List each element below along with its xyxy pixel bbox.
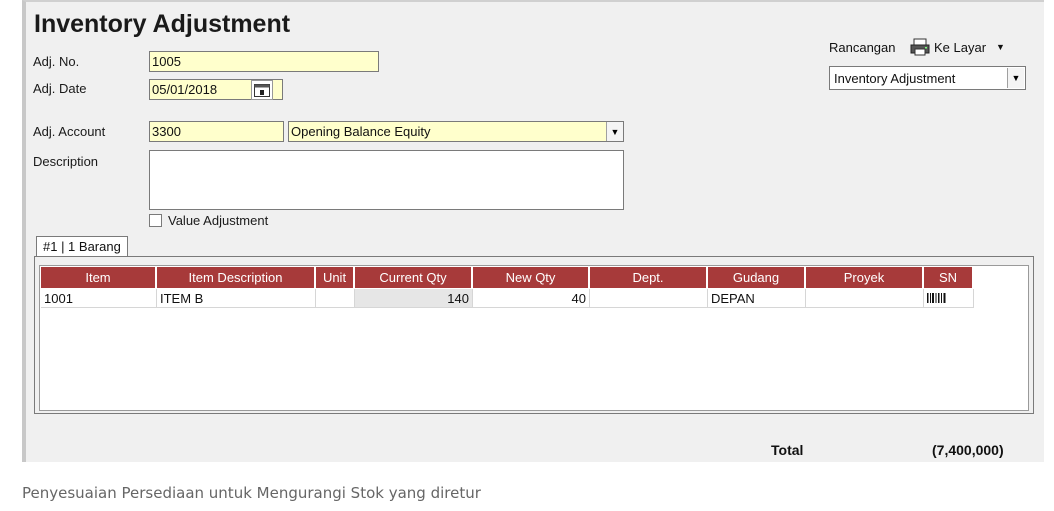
adj-no-field[interactable]: 1005	[149, 51, 379, 72]
column-header-current-qty[interactable]: Current Qty	[355, 267, 473, 288]
cell-sn[interactable]	[924, 289, 974, 308]
description-label: Description	[33, 154, 99, 169]
column-header-dept[interactable]: Dept.	[590, 267, 708, 288]
adj-no-label: Adj. No.	[33, 54, 80, 69]
tab-barang[interactable]: #1 | 1 Barang	[36, 236, 128, 257]
column-header-item-description[interactable]: Item Description	[157, 267, 316, 288]
cell-dept[interactable]	[590, 289, 708, 308]
adj-account-name-value: Opening Balance Equity	[291, 124, 431, 139]
cell-proyek[interactable]	[806, 289, 924, 308]
calendar-icon	[254, 84, 270, 97]
adj-account-name-select[interactable]: Opening Balance Equity	[288, 121, 624, 142]
printer-icon	[910, 38, 930, 56]
cell-unit[interactable]	[316, 289, 355, 308]
items-panel: Item Item Description Unit Current Qty N…	[34, 256, 1034, 414]
account-dropdown-button[interactable]: ▼	[606, 122, 623, 141]
chevron-down-icon: ▼	[996, 42, 1005, 52]
adj-account-code-field[interactable]: 3300	[149, 121, 284, 142]
column-header-gudang[interactable]: Gudang	[708, 267, 806, 288]
figure-caption: Penyesuaian Persediaan untuk Mengurangi …	[22, 484, 481, 502]
rancangan-label: Rancangan	[829, 40, 896, 55]
cell-new-qty[interactable]: 40	[473, 289, 590, 308]
calendar-button[interactable]	[251, 80, 273, 100]
total-value: (7,400,000)	[932, 442, 1004, 458]
cell-current-qty: 140	[355, 289, 473, 308]
cell-gudang[interactable]: DEPAN	[708, 289, 806, 308]
adj-account-label: Adj. Account	[33, 124, 106, 139]
total-label: Total	[771, 442, 804, 458]
page-title: Inventory Adjustment	[34, 10, 291, 38]
adj-date-label: Adj. Date	[33, 81, 87, 96]
template-select-value: Inventory Adjustment	[834, 71, 956, 86]
template-dropdown-button[interactable]: ▼	[1007, 68, 1024, 88]
column-header-sn[interactable]: SN	[924, 267, 974, 288]
column-header-new-qty[interactable]: New Qty	[473, 267, 590, 288]
chevron-down-icon: ▼	[610, 126, 620, 137]
chevron-down-icon: ▼	[1011, 73, 1021, 83]
column-header-unit[interactable]: Unit	[316, 267, 355, 288]
inventory-adjustment-window: Inventory Adjustment Adj. No. 1005 Adj. …	[22, 0, 1044, 462]
barcode-icon	[927, 293, 946, 303]
value-adjustment-checkbox[interactable]	[149, 214, 162, 227]
template-select[interactable]: Inventory Adjustment ▼	[829, 66, 1026, 90]
cell-item-description[interactable]: ITEM B	[157, 289, 316, 308]
column-header-item[interactable]: Item	[41, 267, 157, 288]
value-adjustment-label: Value Adjustment	[168, 213, 269, 228]
items-table[interactable]: Item Item Description Unit Current Qty N…	[39, 265, 1029, 411]
cell-item[interactable]: 1001	[41, 289, 157, 308]
adj-date-value: 05/01/2018	[152, 82, 218, 97]
description-textarea[interactable]	[149, 150, 624, 210]
ke-layar-button[interactable]: Ke Layar ▼	[910, 35, 1040, 59]
column-header-proyek[interactable]: Proyek	[806, 267, 924, 288]
ke-layar-label: Ke Layar	[934, 39, 987, 55]
